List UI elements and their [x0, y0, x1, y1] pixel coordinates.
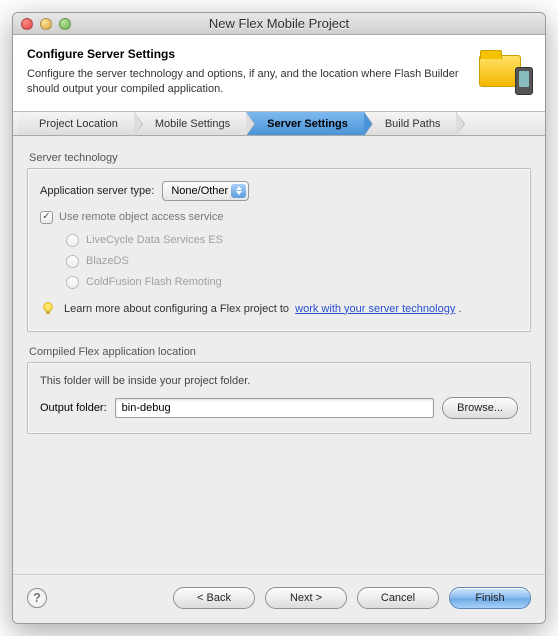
tab-mobile-settings[interactable]: Mobile Settings [135, 112, 247, 135]
tab-server-settings[interactable]: Server Settings [247, 112, 365, 135]
remote-service-label: Use remote object access service [59, 211, 223, 223]
tab-build-paths[interactable]: Build Paths [365, 112, 458, 135]
server-group-label: Server technology [29, 152, 531, 164]
finish-button[interactable]: Finish [449, 587, 531, 609]
radio-lcds-label: LiveCycle Data Services ES [86, 234, 223, 246]
banner-description: Configure the server technology and opti… [27, 67, 469, 97]
titlebar[interactable]: New Flex Mobile Project [13, 13, 545, 35]
browse-button[interactable]: Browse... [442, 397, 518, 419]
radio-blazeds [66, 255, 79, 268]
next-button[interactable]: Next > [265, 587, 347, 609]
back-button[interactable]: < Back [173, 587, 255, 609]
output-folder-input[interactable] [115, 398, 434, 418]
remote-service-checkbox[interactable] [40, 211, 53, 224]
help-icon[interactable]: ? [27, 588, 47, 608]
output-group-label: Compiled Flex application location [29, 346, 531, 358]
wizard-tabs: Project Location Mobile Settings Server … [13, 112, 545, 136]
hint-text: Learn more about configuring a Flex proj… [64, 303, 289, 315]
remote-service-checkbox-row: Use remote object access service [40, 211, 518, 224]
footer: ? < Back Next > Cancel Finish [13, 574, 545, 623]
tab-project-location[interactable]: Project Location [19, 112, 135, 135]
hint-row: Learn more about configuring a Flex proj… [40, 301, 518, 317]
output-folder-label: Output folder: [40, 402, 107, 414]
hint-link[interactable]: work with your server technology [295, 303, 455, 315]
radio-coldfusion-label: ColdFusion Flash Remoting [86, 276, 222, 288]
close-icon[interactable] [21, 18, 33, 30]
lightbulb-icon [40, 301, 56, 317]
dialog-window: New Flex Mobile Project Configure Server… [12, 12, 546, 624]
server-type-label: Application server type: [40, 185, 154, 197]
chevron-updown-icon [231, 184, 246, 198]
minimize-icon[interactable] [40, 18, 52, 30]
server-type-select[interactable]: None/Other [162, 181, 249, 201]
hint-suffix: . [458, 303, 461, 315]
output-note: This folder will be inside your project … [40, 375, 518, 387]
zoom-icon[interactable] [59, 18, 71, 30]
output-group: This folder will be inside your project … [27, 362, 531, 434]
window-controls [21, 18, 71, 30]
window-title: New Flex Mobile Project [209, 16, 349, 31]
server-type-value: None/Other [171, 185, 228, 197]
project-folder-icon [479, 47, 531, 93]
radio-coldfusion [66, 276, 79, 289]
banner: Configure Server Settings Configure the … [13, 35, 545, 112]
cancel-button[interactable]: Cancel [357, 587, 439, 609]
radio-lcds [66, 234, 79, 247]
server-options: LiveCycle Data Services ES BlazeDS ColdF… [66, 234, 518, 289]
radio-blazeds-label: BlazeDS [86, 255, 129, 267]
body: Server technology Application server typ… [13, 136, 545, 574]
banner-heading: Configure Server Settings [27, 47, 469, 61]
server-group: Application server type: None/Other Use … [27, 168, 531, 332]
